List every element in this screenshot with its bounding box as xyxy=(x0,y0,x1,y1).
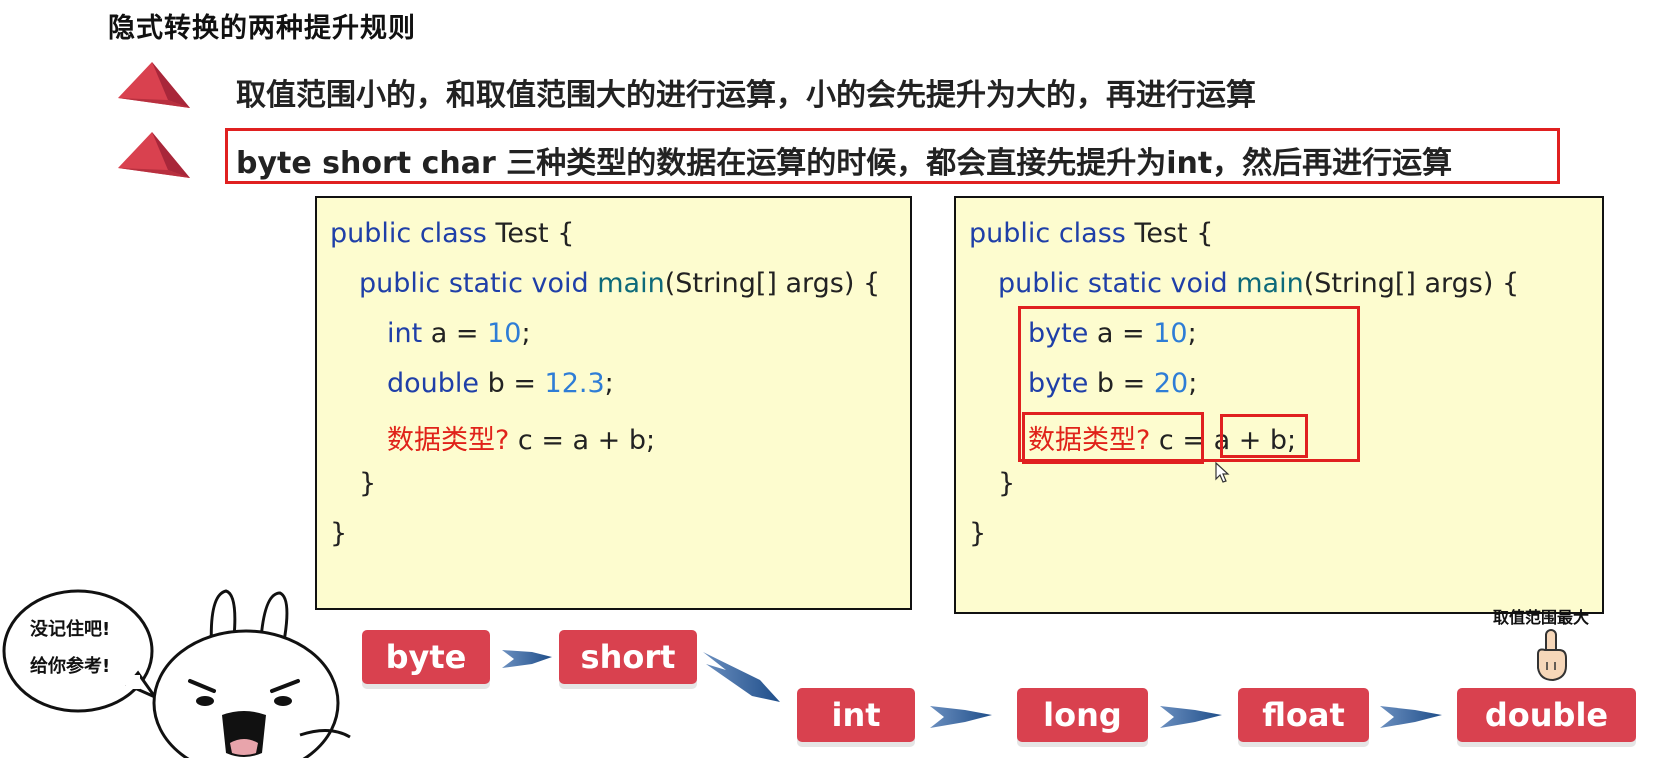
arrow-icon xyxy=(1380,706,1442,728)
arrow-icon xyxy=(1160,706,1222,728)
arrow-icon xyxy=(703,652,780,702)
arrow-icon xyxy=(502,650,552,668)
bubble-line-1: 没记住吧! xyxy=(30,619,111,640)
bubble-line-2: 给你参考! xyxy=(30,656,111,677)
arrow-icon xyxy=(930,706,992,728)
